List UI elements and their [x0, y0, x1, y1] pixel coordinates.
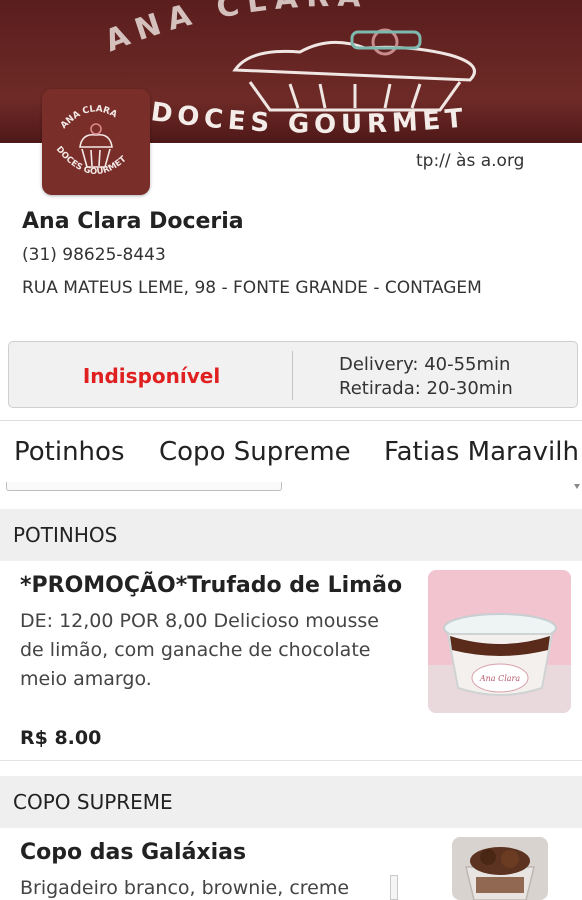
- scroll-arrow-icon[interactable]: [574, 484, 580, 490]
- site-url-link[interactable]: tp:// às a.org: [416, 151, 524, 171]
- tab-fatias-maravilhosas[interactable]: Fatias Maravilh: [384, 437, 579, 467]
- section-divider: [0, 760, 582, 761]
- svg-text:DOCES GOURMET: DOCES GOURMET: [149, 97, 469, 140]
- pickup-time: Retirada: 20-30min: [339, 378, 513, 399]
- product-price: R$ 8.00: [20, 727, 102, 749]
- logo-cupcake-icon: [79, 123, 113, 168]
- tab-potinhos[interactable]: Potinhos: [14, 437, 125, 467]
- store-phone[interactable]: (31) 98625-8443: [22, 245, 166, 265]
- status-divider: [292, 351, 293, 400]
- description-scrollbar[interactable]: [390, 875, 398, 900]
- product-description: DE: 12,00 POR 8,00 Delicioso mousse de l…: [20, 610, 379, 690]
- product-card[interactable]: Copo das Galáxias Brigadeiro branco, bro…: [0, 828, 582, 900]
- section-header-copo-supreme: COPO SUPREME: [0, 776, 582, 828]
- svg-text:ANA CLARA: ANA CLARA: [100, 0, 369, 59]
- category-scrollbar[interactable]: [6, 482, 282, 491]
- banner-brand-line1: ANA CLARA: [100, 0, 361, 59]
- store-name: Ana Clara Doceria: [22, 209, 244, 234]
- product-image-label: Ana Clara: [479, 674, 521, 683]
- time-estimates: Delivery: 40-55min Retirada: 20-30min: [339, 353, 513, 401]
- banner-brand-line2: DOCES GOURMET: [149, 97, 464, 140]
- product-image: Ana Clara: [428, 570, 571, 713]
- section-header-potinhos: POTINHOS: [0, 509, 582, 561]
- tab-copo-supreme[interactable]: Copo Supreme: [159, 437, 351, 467]
- product-name: Copo das Galáxias: [20, 840, 247, 865]
- product-description: Brigadeiro branco, brownie, creme: [20, 877, 350, 899]
- logo-line1: ANA CLARA: [59, 104, 119, 131]
- cupcake-icon: [232, 28, 476, 112]
- delivery-time: Delivery: 40-55min: [339, 354, 511, 375]
- store-address: RUA MATEUS LEME, 98 - FONTE GRANDE - CON…: [22, 278, 482, 298]
- store-logo: ANA CLARA DOCES GOURMET: [42, 89, 150, 195]
- product-name: *PROMOÇÃO*Trufado de Limão: [20, 573, 403, 598]
- product-card[interactable]: *PROMOÇÃO*Trufado de Limão DE: 12,00 POR…: [0, 561, 582, 761]
- availability-status: Indisponível: [82, 363, 221, 388]
- svg-text:ANA CLARA: ANA CLARA: [59, 104, 119, 131]
- product-image: [452, 837, 548, 900]
- store-status-panel: Indisponível Delivery: 40-55min Retirada…: [8, 341, 578, 408]
